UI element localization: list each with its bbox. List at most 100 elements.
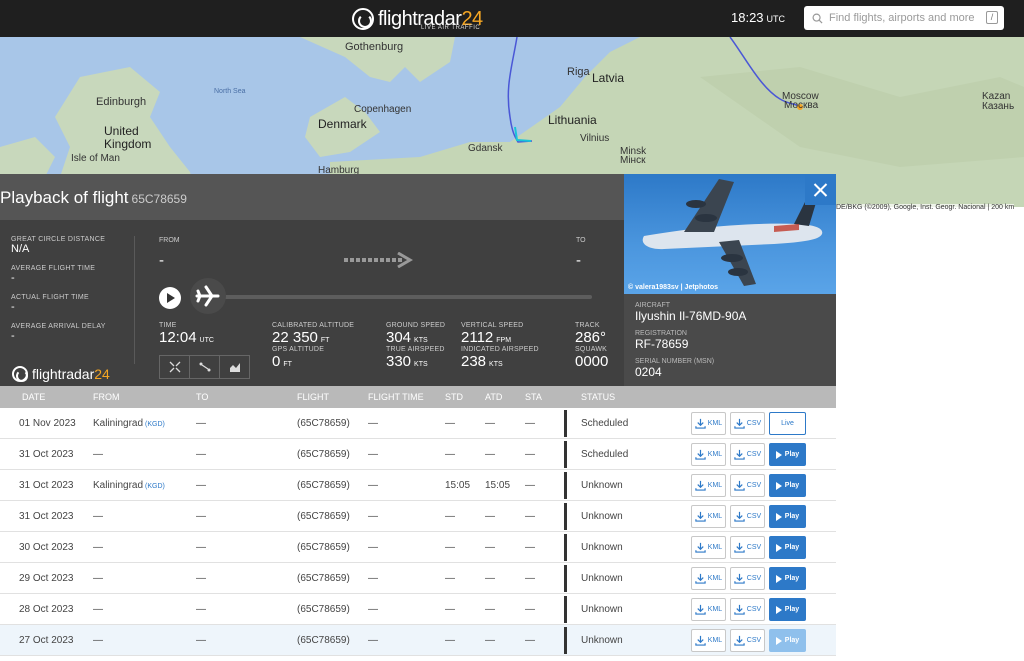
- play-icon: [775, 481, 782, 490]
- play-icon: [775, 605, 782, 614]
- play-label: Play: [784, 637, 800, 644]
- cell-sta: —: [525, 449, 535, 460]
- download-kml-button[interactable]: KML: [691, 567, 726, 590]
- download-csv-button[interactable]: CSV: [730, 443, 765, 466]
- cell-from-name: Kaliningrad: [93, 418, 144, 429]
- download-kml-button[interactable]: KML: [691, 598, 726, 621]
- play-flight-button[interactable]: Play: [769, 598, 806, 621]
- download-kml-button[interactable]: KML: [691, 505, 726, 528]
- play-flight-button[interactable]: Play: [769, 567, 806, 590]
- cell-from-iata[interactable]: (KGD): [145, 421, 165, 428]
- map-label-kazan-ru: Казань: [982, 101, 1015, 112]
- download-csv-button[interactable]: CSV: [730, 567, 765, 590]
- playback-timeline[interactable]: [200, 295, 592, 299]
- cell-flight-time: —: [368, 604, 378, 615]
- download-csv-button[interactable]: CSV: [730, 412, 765, 435]
- true-airspeed-unit: KTS: [414, 361, 428, 368]
- play-flight-button[interactable]: Play: [769, 505, 806, 528]
- download-csv-button[interactable]: CSV: [730, 505, 765, 528]
- cell-from-name: —: [93, 604, 103, 615]
- vertical-speed-value: 2112: [461, 329, 494, 346]
- table-row[interactable]: 31 Oct 2023 Kaliningrad (KGD) — (65C78659) — 1…: [0, 470, 836, 501]
- cell-from: —: [93, 635, 105, 646]
- route-arrow-icon: [344, 252, 413, 268]
- aircraft-value: Ilyushin Il-76MD-90A: [635, 309, 747, 323]
- radar-logo-icon: [12, 366, 28, 382]
- table-row[interactable]: 31 Oct 2023 — — (65C78659) — — — — Unknown KML CSV…: [0, 501, 836, 532]
- status-indicator: [564, 472, 567, 499]
- map-label-latvia: Latvia: [592, 71, 625, 85]
- play-flight-button[interactable]: Play: [769, 629, 806, 652]
- speed-readout: GROUND SPEED 304 KTS TRUE AIRSPEED 330 KTS: [386, 322, 445, 370]
- live-button[interactable]: Live: [769, 412, 806, 435]
- csv-label: CSV: [746, 451, 762, 458]
- cell-from: —: [93, 604, 105, 615]
- graph-view-button[interactable]: [220, 356, 249, 378]
- cell-from-name: —: [93, 635, 103, 646]
- cell-flight: (65C78659): [297, 418, 350, 429]
- status-indicator: [564, 627, 567, 654]
- expand-icon: [169, 361, 180, 373]
- play-button[interactable]: [159, 287, 181, 309]
- download-kml-button[interactable]: KML: [691, 629, 726, 652]
- panel-logo: flightradar24: [12, 366, 110, 382]
- play-flight-button[interactable]: Play: [769, 536, 806, 559]
- route-view-button[interactable]: [190, 356, 220, 378]
- cell-sta: —: [525, 573, 535, 584]
- cell-sta: —: [525, 542, 535, 553]
- cell-date: 27 Oct 2023: [19, 635, 74, 646]
- cell-status: Unknown: [581, 542, 623, 553]
- download-csv-button[interactable]: CSV: [730, 474, 765, 497]
- play-label: Play: [784, 606, 800, 613]
- download-csv-button[interactable]: CSV: [730, 598, 765, 621]
- table-row[interactable]: 28 Oct 2023 — — (65C78659) — — — — Unknown KML CSV…: [0, 594, 836, 625]
- cell-atd: —: [485, 511, 495, 522]
- timeline-handle[interactable]: [190, 278, 226, 314]
- play-icon: [775, 543, 782, 552]
- table-row[interactable]: 01 Nov 2023 Kaliningrad (KGD) — (65C78659) — —…: [0, 408, 836, 439]
- column-header-flight: FLIGHT: [297, 392, 330, 402]
- cell-flight: (65C78659): [297, 604, 350, 615]
- cell-status: Unknown: [581, 604, 623, 615]
- photo-credit[interactable]: © valera1983sv | Jetphotos: [628, 284, 718, 291]
- download-kml-button[interactable]: KML: [691, 536, 726, 559]
- cal-alt-value: 22 350: [272, 329, 318, 346]
- close-button[interactable]: [805, 174, 836, 205]
- download-csv-button[interactable]: CSV: [730, 536, 765, 559]
- to-label: TO: [576, 237, 586, 244]
- cell-flight-time: —: [368, 480, 378, 491]
- cell-status: Scheduled: [581, 449, 629, 460]
- search-input[interactable]: [829, 12, 979, 24]
- search-box[interactable]: /: [804, 6, 1004, 30]
- table-row[interactable]: 27 Oct 2023 — — (65C78659) — — — — Unknown KML CSV…: [0, 625, 836, 656]
- map-label-north-sea: North Sea: [214, 88, 246, 95]
- map-label-riga: Riga: [567, 66, 590, 78]
- vertical-speed-readout: VERTICAL SPEED 2112 FPM INDICATED AIRSPEE…: [461, 322, 539, 370]
- cell-to: —: [196, 418, 206, 429]
- status-indicator: [564, 565, 567, 592]
- cell-flight: (65C78659): [297, 480, 350, 491]
- aircraft-info: AIRCRAFT Ilyushin Il-76MD-90A REGISTRATI…: [624, 294, 836, 386]
- search-icon: [812, 13, 823, 24]
- download-csv-button[interactable]: CSV: [730, 629, 765, 652]
- download-kml-button[interactable]: KML: [691, 412, 726, 435]
- kml-label: KML: [707, 451, 723, 458]
- cell-status: Scheduled: [581, 418, 629, 429]
- cell-to: —: [196, 480, 206, 491]
- play-flight-button[interactable]: Play: [769, 474, 806, 497]
- expand-view-button[interactable]: [160, 356, 190, 378]
- search-shortcut-key: /: [986, 11, 998, 24]
- download-kml-button[interactable]: KML: [691, 474, 726, 497]
- stat-label: GREAT CIRCLE DISTANCE: [11, 236, 106, 243]
- download-kml-button[interactable]: KML: [691, 443, 726, 466]
- table-row[interactable]: 30 Oct 2023 — — (65C78659) — — — — Unknown KML CSV…: [0, 532, 836, 563]
- play-flight-button[interactable]: Play: [769, 443, 806, 466]
- clock-zone: UTC: [766, 14, 786, 24]
- cell-std: —: [445, 449, 455, 460]
- download-icon: [695, 573, 706, 584]
- cell-from-iata[interactable]: (KGD): [145, 483, 165, 490]
- table-row[interactable]: 31 Oct 2023 — — (65C78659) — — — — Scheduled KML C…: [0, 439, 836, 470]
- table-row[interactable]: 29 Oct 2023 — — (65C78659) — — — — Unknown KML CSV…: [0, 563, 836, 594]
- map-label-denmark: Denmark: [318, 117, 367, 131]
- play-label: Play: [784, 575, 800, 582]
